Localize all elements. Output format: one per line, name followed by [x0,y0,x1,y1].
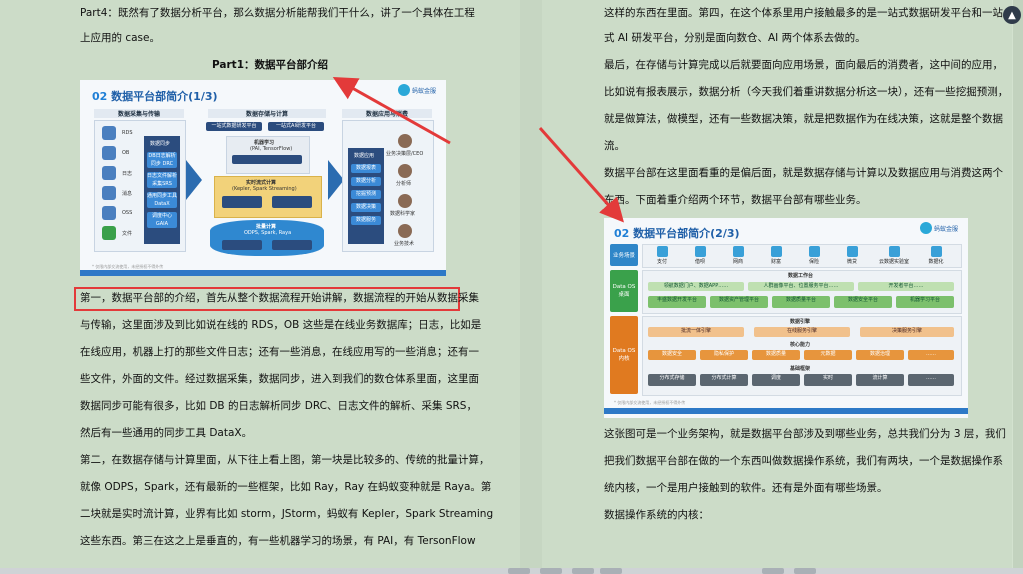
arrow-to-heading-icon [332,77,451,145]
toolbar-button[interactable] [540,568,562,574]
arrow-to-slide2-icon [538,127,624,223]
annotation-arrows [332,77,624,223]
toolbar-button[interactable] [600,568,622,574]
scroll-up-button[interactable]: ▲ [1003,6,1021,24]
toolbar-button[interactable] [794,568,816,574]
vertical-scrollbar[interactable] [1013,0,1023,568]
toolbar-button[interactable] [572,568,594,574]
toolbar-button[interactable] [508,568,530,574]
bottom-toolbar [0,568,1023,574]
toolbar-button[interactable] [762,568,784,574]
